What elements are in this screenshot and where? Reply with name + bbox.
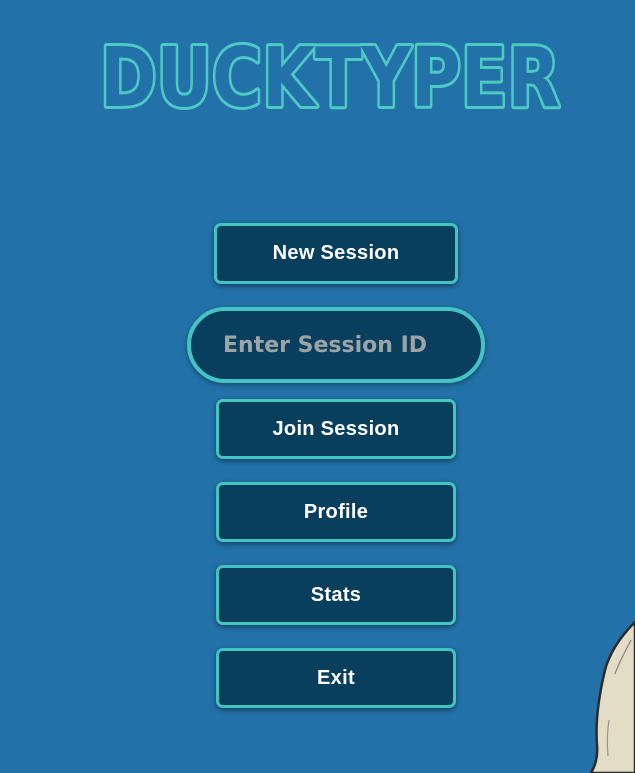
join-session-button[interactable]: Join Session <box>216 399 456 459</box>
new-session-button[interactable]: New Session <box>214 223 458 284</box>
exit-button[interactable]: Exit <box>216 648 456 708</box>
app-logo-inner: DUCKTYPER <box>100 31 560 126</box>
duck-mascot-icon <box>585 600 635 773</box>
profile-button[interactable]: Profile <box>216 482 456 542</box>
app-logo: DUCKTYPER DUCKTYPER <box>90 22 570 132</box>
stats-button[interactable]: Stats <box>216 565 456 625</box>
session-id-input[interactable] <box>187 307 485 383</box>
